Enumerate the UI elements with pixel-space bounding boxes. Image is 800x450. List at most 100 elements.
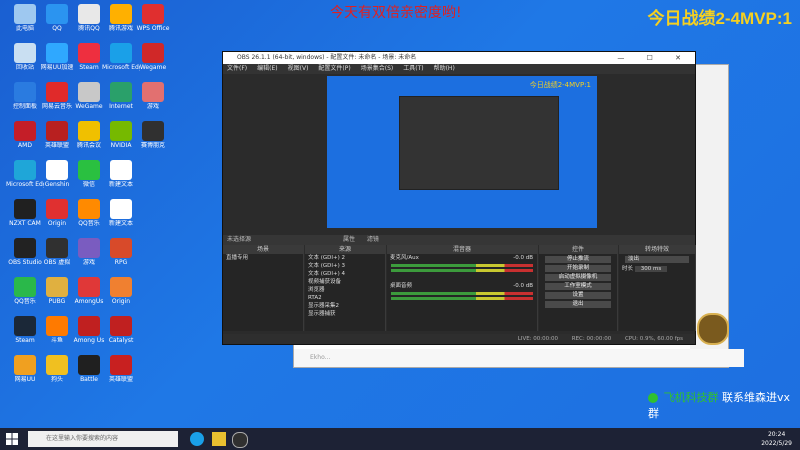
scenes-header: 场景 [223,245,303,254]
app-icon [46,355,68,375]
mixer-track-name: 麦克风/Aux -0.0 dB [390,255,533,261]
app-icon [14,82,36,102]
desktop-icon[interactable]: 赛博朋克 [134,121,172,149]
menu-item[interactable]: 编辑(E) [257,65,277,72]
control-button[interactable]: 设置 [545,292,611,299]
desktop-icon[interactable]: RPG [102,238,140,266]
app-icon [14,277,36,297]
app-icon [46,199,68,219]
obs-titlebar[interactable]: OBS 26.1.1 (64-bit, windows) - 配置文件: 未命名… [223,52,695,64]
windows-start-icon[interactable] [6,433,18,445]
desktop-icon[interactable]: Wegame [134,43,172,71]
menu-item[interactable]: 场景集合(S) [361,65,394,72]
app-icon [78,82,100,102]
mixer-track-name: 桌面音频 -0.0 dB [390,283,533,289]
app-icon [78,121,100,141]
obs-window[interactable]: OBS 26.1.1 (64-bit, windows) - 配置文件: 未命名… [222,51,696,345]
desktop-icon-label: 新建文本 [108,181,133,188]
app-icon [142,82,164,102]
source-item[interactable]: 文本 (GDI+) 2 [305,254,385,262]
desktop-icon[interactable]: 游戏 [134,82,172,110]
menu-item[interactable]: 视图(V) [288,65,309,72]
desktop-icon-label: RPG [114,259,128,266]
source-item[interactable]: 文本 (GDI+) 3 [305,262,385,270]
source-item[interactable]: 显示器捕获 [305,310,385,318]
rec-time: REC: 00:00:00 [571,336,612,342]
app-icon [110,355,132,375]
app-icon [14,43,36,63]
filters-button[interactable]: 滤镜 [367,236,379,243]
desktop-icon[interactable]: WPS Office [134,4,172,32]
desktop-icon-label: Origin [111,298,131,305]
properties-button[interactable]: 属性 [343,236,355,243]
controls-header: 控件 [539,245,617,254]
control-button[interactable]: 工作室模式 [545,283,611,290]
audio-meter [391,297,533,300]
app-icon [14,355,36,375]
desktop-icon[interactable]: 英雄联盟 [102,355,140,383]
desktop-icon[interactable]: 新建文本 [102,199,140,227]
app-icon [78,160,100,180]
audio-meter [391,264,533,267]
desktop-icon-label: 新建文本 [108,220,133,227]
app-icon [14,4,36,24]
controls-panel: 控件 停止推流开始录制启动虚拟摄像机 工作室模式设置退出 [539,245,618,331]
duration-input[interactable]: 300 ms [634,266,668,272]
desktop-icon[interactable]: 新建文本 [102,160,140,188]
edge-icon[interactable] [190,432,204,446]
taskbar-clock: 20:24 2022/5/29 [761,431,792,447]
source-item[interactable]: 视频捕获设备 [305,278,385,286]
control-button[interactable]: 停止推流 [545,256,611,263]
app-icon [110,199,132,219]
app-icon [78,238,100,258]
scene-item[interactable]: 直播专用 [223,254,303,262]
desktop-icon-label: 赛博朋克 [140,142,165,149]
obs-status-bar: LIVE: 00:00:00 REC: 00:00:00 CPU: 0.9%, … [223,334,695,344]
source-item[interactable]: 显示器采集2 [305,302,385,310]
scenes-panel: 场景 直播专用 [223,245,304,331]
app-icon [46,238,68,258]
control-button[interactable]: 启动虚拟摄像机 [545,274,611,281]
control-button[interactable]: 退出 [545,301,611,308]
obs-preview[interactable]: 今日战绩2-4MVP:1 [327,76,597,228]
app-icon [14,199,36,219]
taskbar: 在这里输入你要搜索的内容 20:24 2022/5/29 [0,428,800,450]
taskbar-search-input[interactable]: 在这里输入你要搜索的内容 [28,431,178,447]
sources-header: 来源 [305,245,385,254]
audio-meter [391,292,533,295]
app-icon [46,121,68,141]
transition-select[interactable]: 淡出 [625,256,689,263]
transitions-header: 转场特效 [619,245,695,254]
window-controls[interactable]: — ☐ ✕ [617,52,691,64]
obs-dock-panels: 场景 直播专用 来源 文本 (GDI+) 2 文本 (GDI+) 3 文本 (GDI… [223,245,696,331]
obs-title-text: OBS 26.1.1 (64-bit, windows) - 配置文件: 未命名… [237,54,417,61]
menu-item[interactable]: 帮助(H) [434,65,455,72]
background-window-footer: Ekho... [294,349,744,367]
transitions-panel: 转场特效 淡出 时长 300 ms [619,245,696,331]
app-icon [78,316,100,336]
app-icon[interactable] [212,432,226,446]
app-icon [46,43,68,63]
app-icon [14,121,36,141]
control-button[interactable]: 开始录制 [545,265,611,272]
no-source-label: 未选择源 [227,236,252,243]
menu-item[interactable]: 配置文件(P) [318,65,350,72]
obs-icon[interactable] [232,432,248,448]
desktop-icon-label: WPS Office [136,25,170,32]
desktop-icon[interactable]: Catalyst [102,316,140,344]
mixer-panel: 混音器 麦克风/Aux -0.0 dB 桌面音频 -0.0 dB [387,245,538,331]
desktop-icon[interactable]: Origin [102,277,140,305]
audio-meter [391,269,533,272]
source-item[interactable]: RTA2 [305,294,385,302]
app-icon [110,121,132,141]
source-item[interactable]: 浏览器 [305,286,385,294]
wechat-group-name: 飞机科技群 [663,391,719,404]
sources-panel: 来源 文本 (GDI+) 2 文本 (GDI+) 3 文本 (GDI+) 4 视频捕获… [305,245,386,331]
source-item[interactable]: 文本 (GDI+) 4 [305,270,385,278]
stream-notice: 今天有双倍亲密度哟! [330,5,462,21]
live-time: LIVE: 00:00:00 [517,336,558,342]
app-icon [142,4,164,24]
menu-item[interactable]: 文件(F) [227,65,247,72]
app-icon [46,4,68,24]
menu-item[interactable]: 工具(T) [403,65,423,72]
